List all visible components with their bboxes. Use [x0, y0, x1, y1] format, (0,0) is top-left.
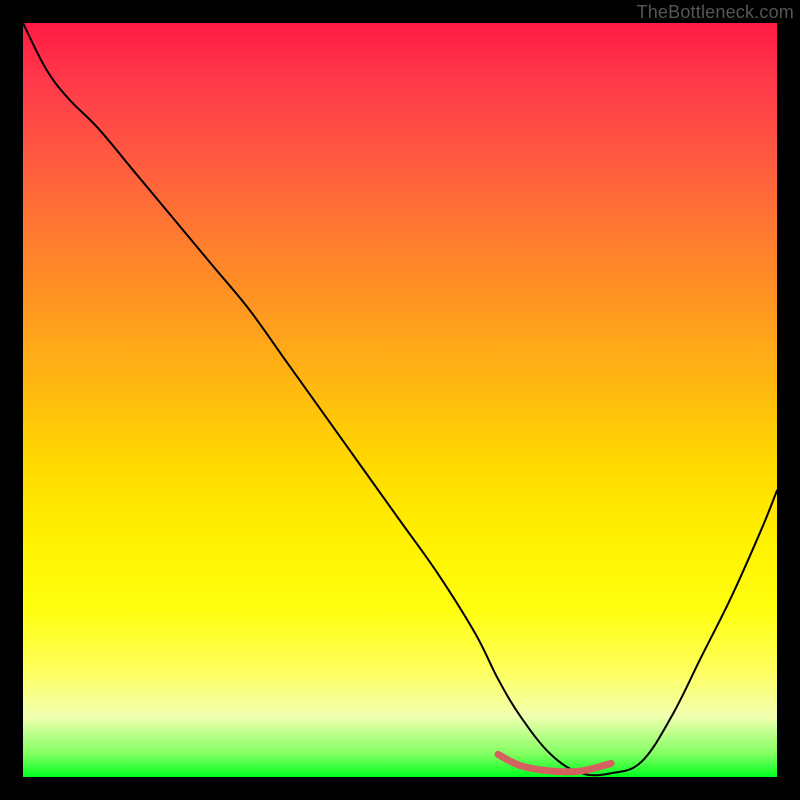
watermark-text: TheBottleneck.com	[637, 2, 794, 23]
chart-svg	[23, 23, 777, 777]
bottleneck-curve-line	[23, 23, 777, 775]
chart-container: TheBottleneck.com	[0, 0, 800, 800]
